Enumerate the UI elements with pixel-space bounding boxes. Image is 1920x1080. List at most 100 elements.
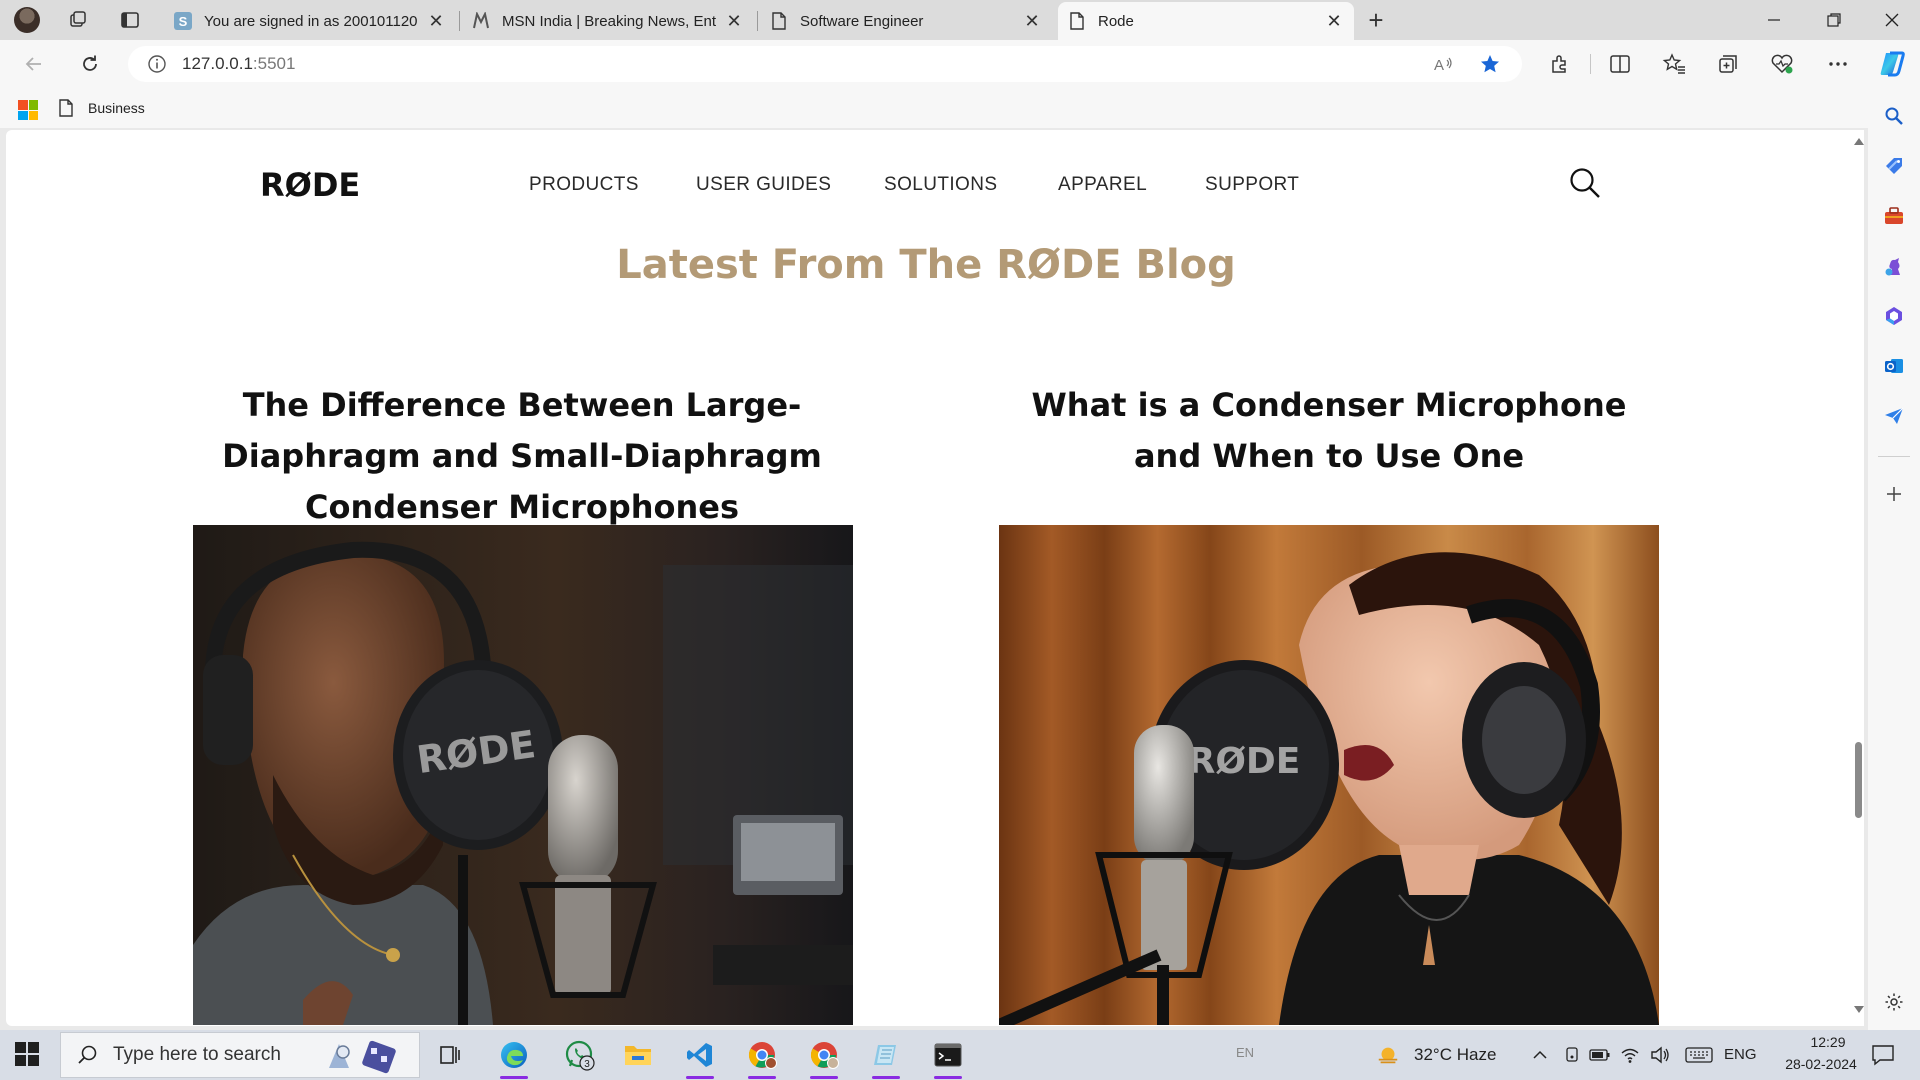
tools-icon[interactable] [1882,204,1906,228]
blog-post-card[interactable]: The Difference Between Large-Diaphragm a… [192,380,852,533]
windows-taskbar: Type here to search 3 EN 32°C Haze ENG 1… [0,1030,1920,1080]
vscode-app-icon[interactable] [676,1035,724,1079]
tab-msn[interactable]: MSN India | Breaking News, Ente ✕ [462,4,754,38]
scroll-down-arrow-icon[interactable] [1854,1006,1864,1013]
language-label[interactable]: ENG [1724,1046,1757,1063]
tab-rode[interactable]: Rode ✕ [1058,2,1354,40]
close-tab-icon[interactable]: ✕ [1324,11,1344,31]
blog-post-card[interactable]: What is a Condenser Microphone and When … [999,380,1659,482]
site-header: RØDE PRODUCTS USER GUIDES SOLUTIONS APPA… [6,130,1846,240]
read-aloud-icon[interactable]: A [1428,49,1460,79]
taskbar-search-box[interactable]: Type here to search [60,1032,420,1078]
browser-toolbar: 127.0.0.1:5501 A [0,40,1920,88]
active-indicator [872,1076,900,1079]
copilot-icon[interactable] [1874,48,1910,80]
post-image-singer-man[interactable]: RØDE [193,525,853,1025]
games-icon[interactable] [1882,254,1906,278]
chrome-profile-1-icon[interactable] [738,1035,786,1079]
address-bar[interactable]: 127.0.0.1:5501 A [128,46,1522,82]
more-options-icon[interactable] [1820,48,1856,80]
notifications-icon[interactable] [1868,1043,1898,1067]
nav-user-guides[interactable]: USER GUIDES [696,174,831,196]
tab-strip: S You are signed in as 2001011201 ✕ MSN … [0,0,1920,40]
tab-title: Software Engineer [800,12,924,30]
whatsapp-app-icon[interactable]: 3 [556,1035,604,1075]
outlook-icon[interactable] [1882,354,1906,378]
search-placeholder: Type here to search [113,1044,281,1065]
terminal-app-icon[interactable] [924,1035,972,1079]
minimize-icon[interactable] [1746,0,1802,40]
close-tab-icon[interactable]: ✕ [1022,11,1042,31]
send-icon[interactable] [1882,404,1906,428]
edge-app-icon[interactable] [490,1035,538,1079]
chrome-profile-2-icon[interactable] [800,1035,848,1079]
active-indicator [934,1076,962,1079]
volume-icon[interactable] [1648,1043,1672,1067]
split-screen-icon[interactable] [1602,48,1638,80]
rode-logo[interactable]: RØDE [260,166,360,204]
profile-button[interactable] [12,6,42,34]
battery-icon[interactable] [1588,1043,1612,1067]
file-explorer-icon[interactable] [614,1035,662,1075]
post-image-singer-woman[interactable]: RØDE [999,525,1659,1025]
chevron-up-icon[interactable] [1528,1043,1552,1067]
clock-date[interactable]: 28-02-2024 [1766,1056,1876,1072]
keyboard-icon[interactable] [1684,1043,1714,1067]
refresh-icon[interactable] [72,48,108,80]
browser-essentials-icon[interactable] [1764,48,1800,80]
tab-title: MSN India | Breaking News, Ente [502,12,716,30]
settings-gear-icon[interactable] [1882,990,1906,1014]
notepad-app-icon[interactable] [862,1035,910,1079]
tab-actions-icon[interactable] [114,6,146,34]
close-window-icon[interactable] [1864,0,1920,40]
close-tab-icon[interactable]: ✕ [426,11,446,31]
search-icon[interactable] [1882,104,1906,128]
sidebar-divider [1878,456,1910,457]
close-tab-icon[interactable]: ✕ [724,11,744,31]
post-title[interactable]: The Difference Between Large-Diaphragm a… [192,380,852,533]
collections-icon[interactable] [1710,48,1746,80]
nav-products[interactable]: PRODUCTS [529,174,639,196]
back-icon[interactable] [16,48,52,80]
tab-signed-in[interactable]: S You are signed in as 2001011201 ✕ [164,4,456,38]
favorite-business[interactable]: Business [58,96,145,120]
msn-icon [472,12,490,30]
scroll-thumb[interactable] [1855,742,1862,818]
post-image-brand-text: RØDE [1188,741,1301,782]
task-view-icon[interactable] [426,1035,474,1075]
page-scrollbar[interactable] [1852,130,1864,1026]
favorites-icon[interactable] [1656,48,1692,80]
tab-software-engineer[interactable]: Software Engineer ✕ [760,4,1052,38]
microsoft-365-icon[interactable] [1882,304,1906,328]
nav-support[interactable]: SUPPORT [1205,174,1299,196]
site-search-icon[interactable] [1568,166,1602,200]
add-icon[interactable] [1882,482,1906,506]
tab-title: You are signed in as 2001011201 [204,12,418,30]
new-tab-icon[interactable]: + [1360,5,1392,35]
tab-divider [459,11,460,31]
favorites-bar: Business [0,88,1920,128]
tab-divider [757,11,758,31]
scroll-up-arrow-icon[interactable] [1854,138,1864,145]
extensions-icon[interactable] [1542,48,1578,80]
weather-text[interactable]: 32°C Haze [1414,1045,1496,1065]
s-letter-icon: S [174,12,192,30]
post-title[interactable]: What is a Condenser Microphone and When … [999,380,1659,482]
clock-time[interactable]: 12:29 [1790,1034,1866,1050]
windows-start-icon[interactable] [14,1041,42,1069]
device-icon[interactable] [1560,1043,1584,1067]
nav-solutions[interactable]: SOLUTIONS [884,174,997,196]
wifi-icon[interactable] [1618,1043,1642,1067]
url-port: :5501 [252,54,296,73]
shopping-tag-icon[interactable] [1882,154,1906,178]
svg-text:S: S [179,14,188,29]
nav-apparel[interactable]: APPAREL [1058,174,1147,196]
microsoft-logo-icon[interactable] [18,100,38,120]
site-info-icon[interactable] [146,53,168,75]
active-indicator [748,1076,776,1079]
workspaces-icon[interactable] [62,6,94,34]
weather-icon[interactable] [1376,1043,1400,1067]
url-text[interactable]: 127.0.0.1:5501 [182,54,295,74]
restore-icon[interactable] [1806,0,1862,40]
favorite-star-icon[interactable] [1474,49,1506,79]
